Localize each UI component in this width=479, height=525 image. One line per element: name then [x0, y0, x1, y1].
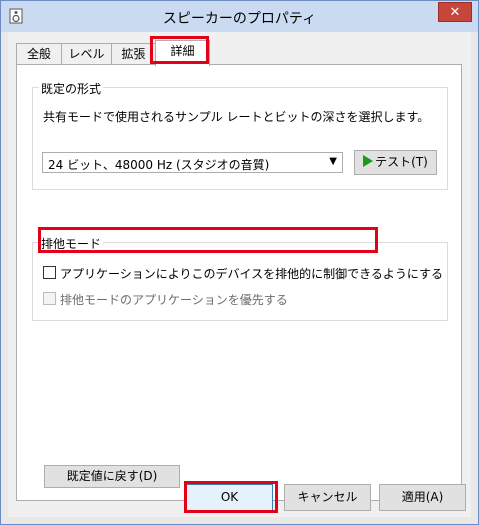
default-format-group-label: 既定の形式	[39, 80, 104, 97]
tab-highlight-box	[150, 36, 209, 64]
test-button[interactable]: テスト(T)	[354, 150, 437, 175]
tab-general[interactable]: 全般	[16, 43, 62, 64]
speaker-properties-window: スピーカーのプロパティ ✕ 全般 レベル 拡張 詳細 既定の形式 共有モードで使…	[0, 0, 479, 525]
cancel-button[interactable]: キャンセル	[284, 484, 371, 511]
title-bar[interactable]: スピーカーのプロパティ ✕	[1, 1, 478, 32]
ok-highlight-box	[184, 481, 278, 513]
apply-button[interactable]: 適用(A)	[379, 484, 466, 511]
exclusive-mode-group: 排他モード アプリケーションによりこのデバイスを排他的に制御できるようにする 排…	[32, 235, 448, 321]
chevron-down-icon: ▼	[329, 156, 337, 167]
sample-format-selected-value: 24 ビット、48000 Hz (スタジオの音質)	[48, 158, 270, 172]
default-format-description: 共有モードで使用されるサンプル レートとビットの深さを選択します。	[43, 110, 430, 124]
default-format-group: 既定の形式 共有モードで使用されるサンプル レートとビットの深さを選択します。 …	[32, 80, 448, 190]
window-title: スピーカーのプロパティ	[162, 11, 317, 27]
test-button-label: テスト(T)	[375, 155, 428, 169]
sample-format-select[interactable]: 24 ビット、48000 Hz (スタジオの音質) ▼	[42, 152, 343, 173]
checkbox-highlight-box	[38, 227, 378, 253]
allow-exclusive-control-label: アプリケーションによりこのデバイスを排他的に制御できるようにする	[60, 267, 444, 281]
dialog-client-area: 全般 レベル 拡張 詳細 既定の形式 共有モードで使用されるサンプル レートとビ…	[8, 32, 471, 517]
play-icon	[363, 155, 374, 167]
tab-levels[interactable]: レベル	[61, 43, 112, 64]
checkbox-box[interactable]	[43, 266, 56, 279]
advanced-tab-panel: 既定の形式 共有モードで使用されるサンプル レートとビットの深さを選択します。 …	[16, 64, 462, 501]
exclusive-priority-label: 排他モードのアプリケーションを優先する	[60, 293, 288, 307]
close-button[interactable]: ✕	[438, 2, 472, 22]
restore-defaults-button[interactable]: 既定値に戻す(D)	[44, 465, 180, 488]
checkbox-box[interactable]	[43, 292, 56, 305]
